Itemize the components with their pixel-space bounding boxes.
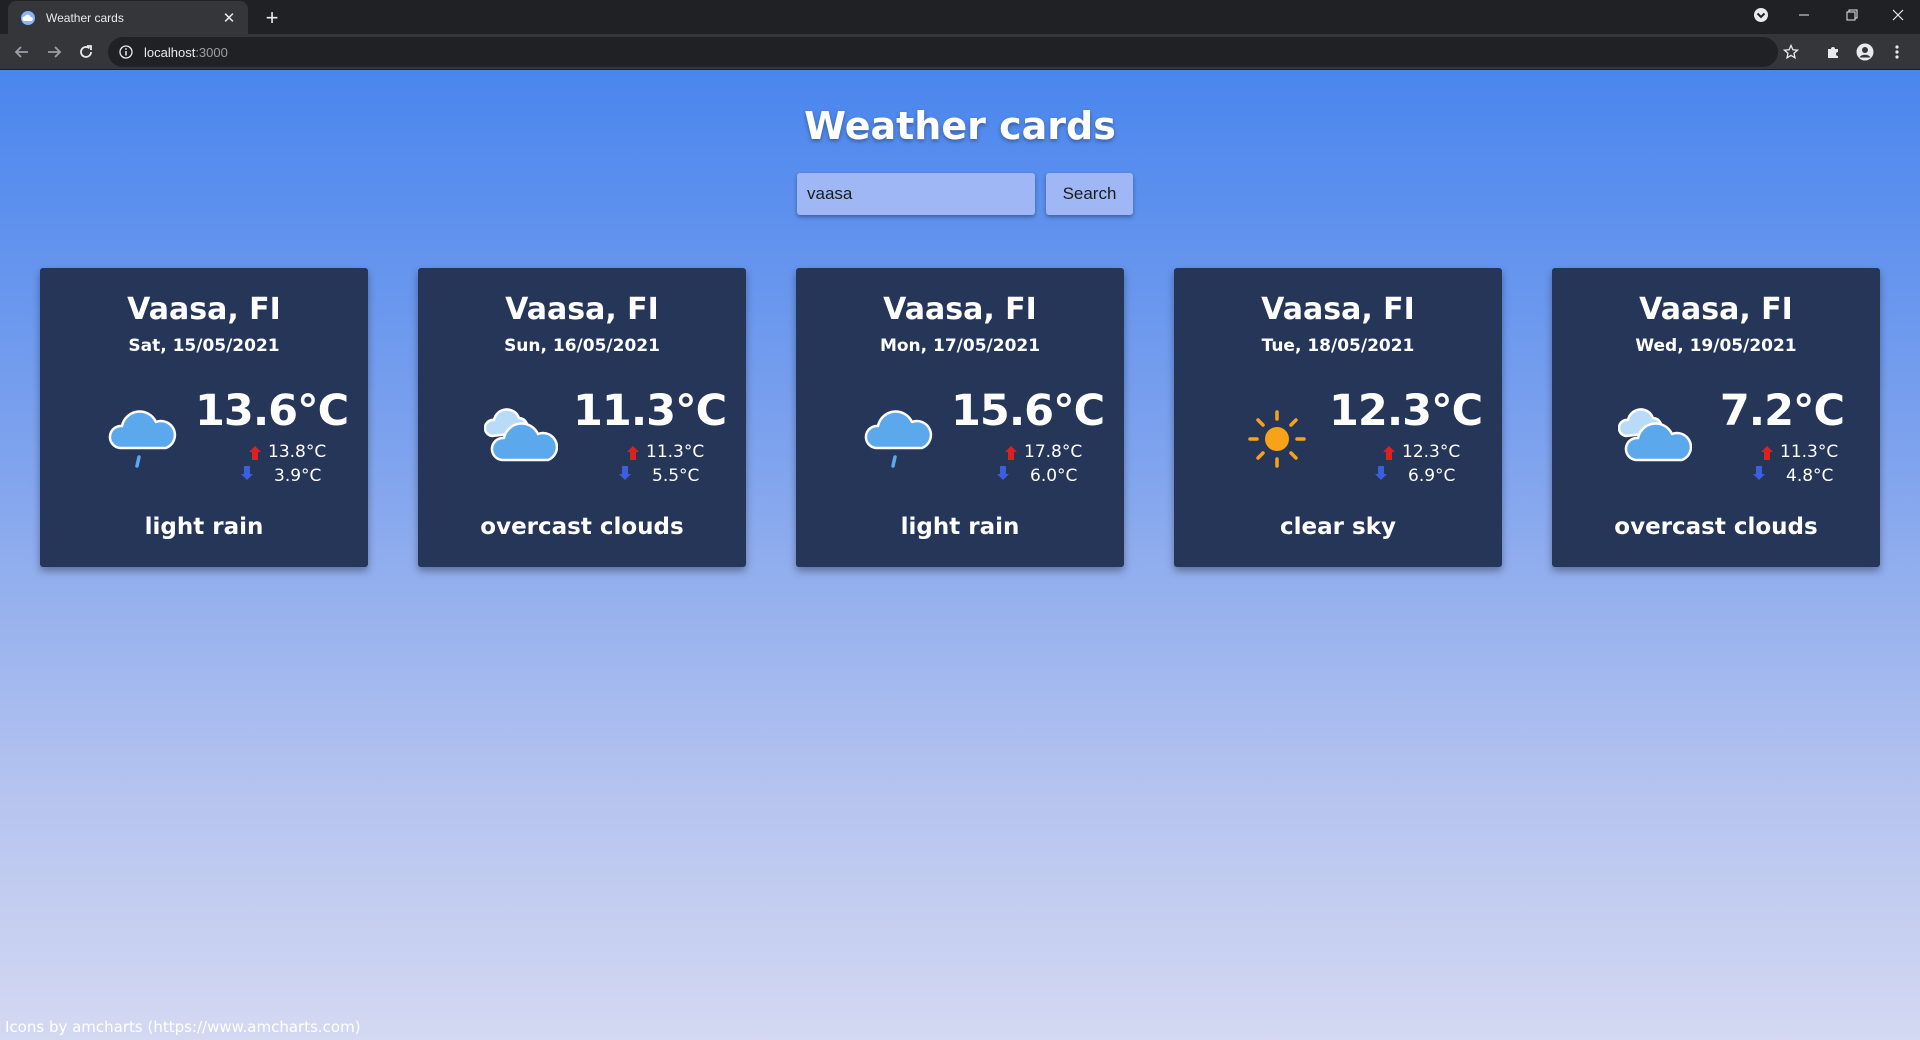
- tab-search-icon[interactable]: [1748, 0, 1774, 30]
- card-temperature: 15.6°C: [951, 386, 1105, 436]
- card-city: Vaasa, FI: [1261, 292, 1415, 327]
- cloudy-icon: [483, 402, 559, 476]
- site-info-icon[interactable]: [118, 44, 134, 60]
- card-max-temp: 17.8°C: [1024, 442, 1083, 462]
- min-max-arrows-icon: [997, 446, 1017, 480]
- card-description: clear sky: [1280, 514, 1396, 540]
- address-bar[interactable]: localhost:3000: [108, 37, 1778, 67]
- min-max-arrows-icon: [1753, 446, 1773, 480]
- card-min-temp: 6.9°C: [1408, 466, 1456, 486]
- extensions-puzzle-icon[interactable]: [1820, 39, 1846, 65]
- search-button[interactable]: Search: [1046, 173, 1133, 215]
- card-min-temp: 5.5°C: [652, 466, 700, 486]
- account-avatar-icon[interactable]: [1852, 39, 1878, 65]
- min-max-arrows-icon: [1375, 446, 1395, 480]
- forward-arrow-icon[interactable]: [40, 38, 68, 66]
- card-description: overcast clouds: [1614, 514, 1818, 540]
- window-close-icon[interactable]: [1880, 0, 1916, 30]
- card-description: overcast clouds: [480, 514, 684, 540]
- weather-card: Vaasa, FI Wed, 19/05/2021 7.2°C 11.3°C 4…: [1552, 268, 1880, 567]
- browser-tabstrip: Weather cards ✕ +: [0, 0, 1920, 34]
- card-max-temp: 12.3°C: [1402, 442, 1461, 462]
- new-tab-button[interactable]: +: [258, 4, 286, 32]
- cloudy-icon: [1617, 402, 1693, 476]
- card-max-temp: 11.3°C: [646, 442, 705, 462]
- card-description: light rain: [900, 514, 1020, 540]
- card-date: Mon, 17/05/2021: [879, 336, 1041, 356]
- weather-card: Vaasa, FI Tue, 18/05/2021 12.3°C 12.3°C …: [1174, 268, 1502, 567]
- card-temperature: 13.6°C: [195, 386, 349, 436]
- min-max-arrows-icon: [241, 446, 261, 480]
- url-text: localhost:3000: [144, 45, 228, 60]
- rain-icon: [106, 402, 180, 476]
- card-city: Vaasa, FI: [127, 292, 281, 327]
- card-min-temp: 3.9°C: [274, 466, 322, 486]
- rain-icon: [862, 402, 936, 476]
- browser-tab[interactable]: Weather cards ✕: [8, 1, 248, 34]
- bookmark-star-icon[interactable]: [1780, 41, 1802, 63]
- card-date: Tue, 18/05/2021: [1261, 336, 1415, 356]
- tab-title: Weather cards: [46, 10, 124, 25]
- page-viewport: Weather cards Search Vaasa, FI Sat, 15/0…: [0, 70, 1920, 1040]
- card-min-temp: 4.8°C: [1786, 466, 1834, 486]
- card-date: Sun, 16/05/2021: [504, 336, 660, 356]
- card-max-temp: 13.8°C: [268, 442, 327, 462]
- card-date: Wed, 19/05/2021: [1635, 336, 1797, 356]
- url-host: localhost: [144, 44, 196, 60]
- card-date: Sat, 15/05/2021: [128, 336, 280, 356]
- weather-favicon-icon: [20, 10, 36, 26]
- minimize-icon[interactable]: [1786, 0, 1822, 30]
- search-input[interactable]: [797, 173, 1035, 215]
- card-max-temp: 11.3°C: [1780, 442, 1839, 462]
- card-min-temp: 6.0°C: [1030, 466, 1078, 486]
- tab-close-icon[interactable]: ✕: [220, 9, 238, 27]
- card-description: light rain: [144, 514, 264, 540]
- sun-icon: [1240, 402, 1314, 476]
- url-port: :3000: [195, 44, 228, 60]
- card-temperature: 11.3°C: [573, 386, 727, 436]
- restore-icon[interactable]: [1834, 0, 1870, 30]
- page-title: Weather cards: [804, 104, 1116, 148]
- weather-card: Vaasa, FI Sat, 15/05/2021 13.6°C 13.8°C …: [40, 268, 368, 567]
- back-arrow-icon[interactable]: [8, 38, 36, 66]
- card-city: Vaasa, FI: [505, 292, 659, 327]
- browser-toolbar: localhost:3000: [0, 34, 1920, 70]
- reload-icon[interactable]: [72, 38, 100, 66]
- card-city: Vaasa, FI: [1639, 292, 1793, 327]
- card-temperature: 7.2°C: [1719, 386, 1845, 436]
- card-temperature: 12.3°C: [1329, 386, 1483, 436]
- weather-card: Vaasa, FI Mon, 17/05/2021 15.6°C 17.8°C …: [796, 268, 1124, 567]
- min-max-arrows-icon: [619, 446, 639, 480]
- weather-card: Vaasa, FI Sun, 16/05/2021 11.3°C 11.3°C …: [418, 268, 746, 567]
- icons-credit: Icons by amcharts (https://www.amcharts.…: [5, 1018, 361, 1036]
- card-city: Vaasa, FI: [883, 292, 1037, 327]
- browser-menu-icon[interactable]: [1884, 39, 1910, 65]
